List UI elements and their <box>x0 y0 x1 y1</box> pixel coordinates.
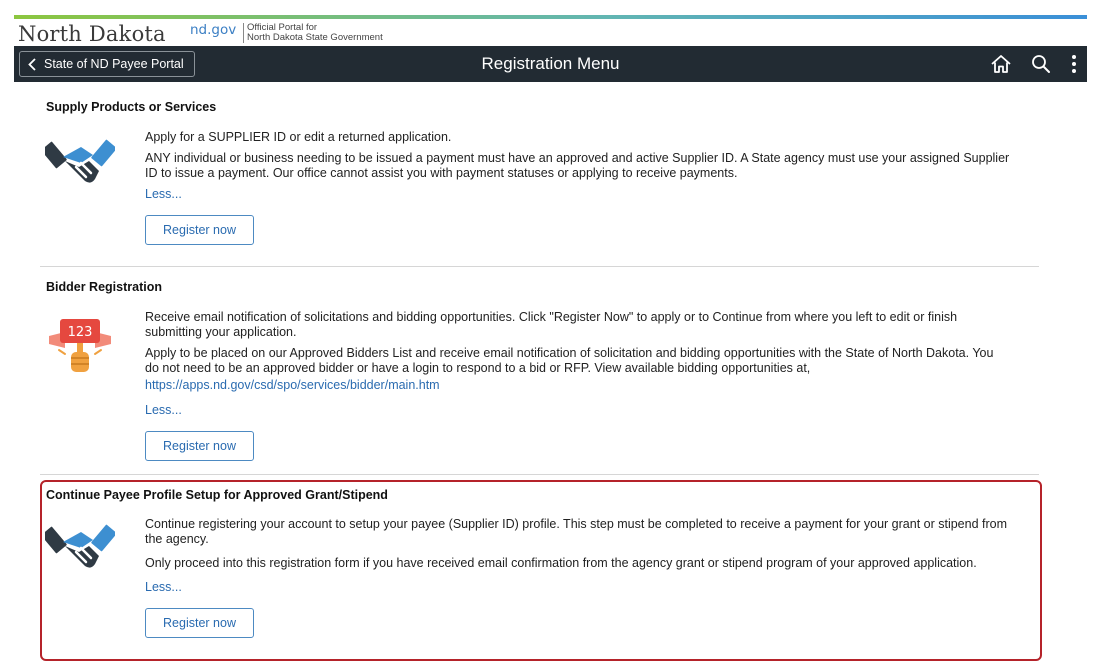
home-icon <box>991 55 1011 73</box>
navbar-actions <box>981 46 1087 82</box>
bidder-opportunities-link[interactable]: https://apps.nd.gov/csd/spo/services/bid… <box>145 378 440 392</box>
highlight-box <box>40 480 1042 661</box>
section-divider <box>40 474 1039 475</box>
more-actions-button[interactable] <box>1061 46 1087 82</box>
portal-domain: nd.gov <box>190 22 237 38</box>
site-branding: North Dakota nd.gov Official Portal for … <box>18 20 1088 46</box>
page-title: Registration Menu <box>481 54 620 73</box>
bidder-less-link[interactable]: Less... <box>145 403 182 417</box>
supplier-detail-text: ANY individual or business needing to be… <box>145 151 1010 180</box>
supplier-register-button[interactable]: Register now <box>145 215 254 245</box>
supplier-less-link[interactable]: Less... <box>145 187 182 201</box>
section-title: Bidder Registration <box>46 280 162 294</box>
bidder-register-button[interactable]: Register now <box>145 431 254 461</box>
bidder-intro-text: Receive email notification of solicitati… <box>145 310 958 339</box>
section-title: Supply Products or Services <box>46 100 217 114</box>
section-bidder: Bidder Registration 123 Receive email no… <box>40 270 1040 480</box>
search-icon <box>1032 55 1050 73</box>
brand-color-stripe <box>14 15 1087 19</box>
portal-tagline: Official Portal for North Dakota State G… <box>243 23 383 43</box>
more-vertical-icon <box>1072 55 1076 73</box>
registration-menu: Supply Products or Services Apply for a … <box>40 90 1040 638</box>
supplier-intro-text: Apply for a SUPPLIER ID or edit a return… <box>145 130 452 144</box>
search-button[interactable] <box>1021 46 1061 82</box>
section-supplier: Supply Products or Services Apply for a … <box>40 90 1040 267</box>
top-navbar: State of ND Payee Portal Registration Me… <box>14 46 1087 82</box>
home-button[interactable] <box>981 46 1021 82</box>
tagline-line2: North Dakota State Government <box>247 32 383 43</box>
state-name: North Dakota <box>18 22 166 46</box>
section-divider <box>40 266 1039 267</box>
bidder-detail-text: Apply to be placed on our Approved Bidde… <box>145 346 994 375</box>
